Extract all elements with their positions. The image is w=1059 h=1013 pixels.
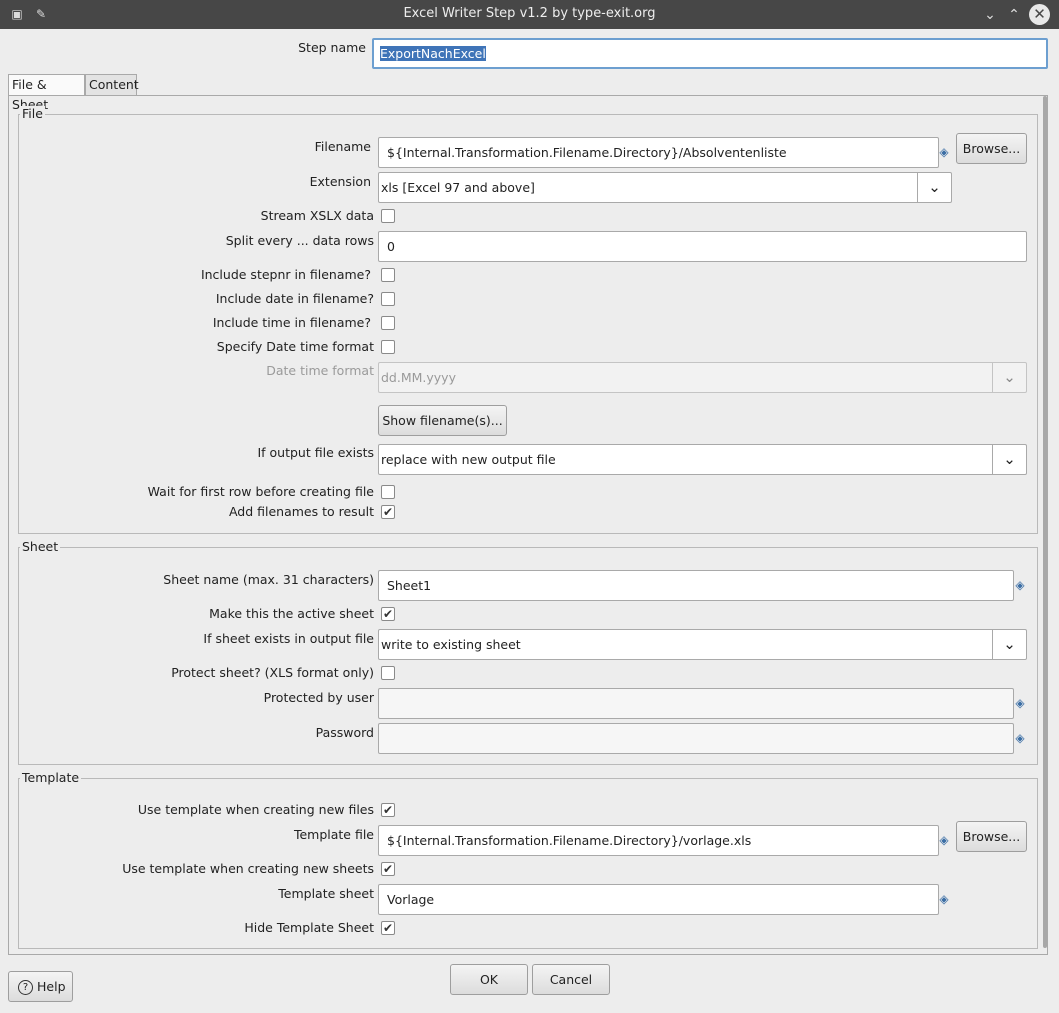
step-name-value: ExportNachExcel (380, 46, 486, 61)
if-sheet-exists-value: write to existing sheet (381, 637, 521, 652)
include-time-checkbox[interactable] (381, 316, 395, 330)
cancel-button[interactable]: Cancel (532, 964, 610, 995)
specify-datetime-checkbox[interactable] (381, 340, 395, 354)
variable-icon: ◈ (1015, 731, 1025, 745)
datetime-format-label: Date time format (266, 363, 374, 378)
protected-by-label: Protected by user (263, 690, 374, 705)
if-sheet-exists-label: If sheet exists in output file (203, 631, 374, 646)
protect-sheet-label: Protect sheet? (XLS format only) (171, 665, 374, 680)
tab-file-sheet[interactable]: File & Sheet (8, 74, 85, 112)
template-sheet-input[interactable]: Vorlage (378, 884, 939, 915)
ok-button[interactable]: OK (450, 964, 528, 995)
split-rows-input[interactable]: 0 (378, 231, 1027, 262)
use-template-files-checkbox[interactable]: ✔ (381, 803, 395, 817)
show-filenames-button[interactable]: Show filename(s)... (378, 405, 507, 436)
template-sheet-label: Template sheet (278, 886, 374, 901)
protect-sheet-checkbox[interactable] (381, 666, 395, 680)
step-name-input[interactable]: ExportNachExcel (372, 38, 1048, 69)
maximize-button[interactable]: ⌃ (1004, 5, 1024, 25)
password-label: Password (315, 725, 374, 740)
file-group-title: File (20, 106, 45, 121)
if-file-exists-select[interactable]: replace with new output file ⌄ (378, 444, 1027, 475)
template-browse-button[interactable]: Browse... (956, 821, 1027, 852)
if-file-exists-value: replace with new output file (381, 452, 556, 467)
include-date-checkbox[interactable] (381, 292, 395, 306)
datetime-format-select[interactable]: dd.MM.yyyy ⌄ (378, 362, 1027, 393)
variable-icon: ◈ (939, 145, 949, 159)
help-label: Help (37, 979, 66, 994)
filename-label: Filename (314, 139, 371, 154)
active-sheet-checkbox[interactable]: ✔ (381, 607, 395, 621)
filename-input[interactable]: ${Internal.Transformation.Filename.Direc… (378, 137, 939, 168)
step-name-label: Step name (298, 40, 366, 55)
chevron-down-icon[interactable]: ⌄ (917, 173, 951, 202)
if-sheet-exists-select[interactable]: write to existing sheet ⌄ (378, 629, 1027, 660)
use-template-sheets-label: Use template when creating new sheets (122, 861, 374, 876)
help-icon: ? (18, 980, 33, 995)
datetime-format-value: dd.MM.yyyy (381, 370, 456, 385)
title-bar: ▣ ✎ Excel Writer Step v1.2 by type-exit.… (0, 0, 1059, 29)
chevron-down-icon[interactable]: ⌄ (992, 363, 1026, 392)
use-template-files-label: Use template when creating new files (137, 802, 374, 817)
minimize-button[interactable]: ⌄ (980, 5, 1000, 25)
use-template-sheets-checkbox[interactable]: ✔ (381, 862, 395, 876)
include-time-label: Include time in filename? (212, 315, 371, 330)
template-file-input[interactable]: ${Internal.Transformation.Filename.Direc… (378, 825, 939, 856)
if-file-exists-label: If output file exists (257, 445, 374, 460)
include-date-label: Include date in filename? (215, 291, 374, 306)
password-input[interactable] (378, 723, 1014, 754)
hide-template-checkbox[interactable]: ✔ (381, 921, 395, 935)
tab-content[interactable]: Content (85, 74, 139, 96)
wait-first-row-checkbox[interactable] (381, 485, 395, 499)
stream-xslx-checkbox[interactable] (381, 209, 395, 223)
active-sheet-label: Make this the active sheet (209, 606, 374, 621)
template-group-title: Template (20, 770, 82, 785)
specify-datetime-label: Specify Date time format (216, 339, 374, 354)
extension-label: Extension (309, 174, 371, 189)
template-file-label: Template file (293, 827, 374, 842)
hide-template-label: Hide Template Sheet (244, 920, 374, 935)
split-rows-label: Split every ... data rows (225, 233, 374, 248)
chevron-down-icon[interactable]: ⌄ (992, 630, 1026, 659)
sheet-name-label: Sheet name (max. 31 characters) (163, 572, 374, 587)
wait-first-row-label: Wait for first row before creating file (147, 484, 374, 499)
variable-icon: ◈ (939, 892, 949, 906)
protected-by-input[interactable] (378, 688, 1014, 719)
chevron-down-icon[interactable]: ⌄ (992, 445, 1026, 474)
scrollbar[interactable] (1043, 96, 1047, 948)
include-stepnr-checkbox[interactable] (381, 268, 395, 282)
extension-select[interactable]: xls [Excel 97 and above] ⌄ (378, 172, 952, 203)
help-button[interactable]: ? Help (8, 971, 73, 1002)
window-title: Excel Writer Step v1.2 by type-exit.org (403, 6, 656, 21)
add-filenames-checkbox[interactable]: ✔ (381, 505, 395, 519)
variable-icon: ◈ (1015, 578, 1025, 592)
variable-icon: ◈ (939, 833, 949, 847)
add-filenames-label: Add filenames to result (228, 504, 374, 519)
sheet-group-title: Sheet (20, 539, 61, 554)
filename-browse-button[interactable]: Browse... (956, 133, 1027, 164)
include-stepnr-label: Include stepnr in filename? (200, 267, 371, 282)
sheet-name-input[interactable]: Sheet1 (378, 570, 1014, 601)
stream-xslx-label: Stream XSLX data (260, 208, 374, 223)
extension-value: xls [Excel 97 and above] (381, 180, 535, 195)
variable-icon: ◈ (1015, 696, 1025, 710)
close-button[interactable]: ✕ (1029, 4, 1050, 25)
